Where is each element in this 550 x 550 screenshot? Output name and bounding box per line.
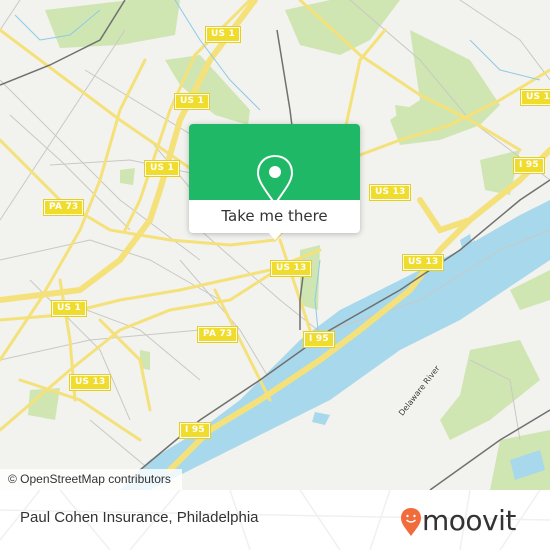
- road-shield: I 95: [303, 331, 335, 348]
- take-me-there-popup[interactable]: Take me there: [189, 124, 360, 240]
- road-shield: US 13: [68, 374, 112, 391]
- footer: Paul Cohen Insurance, Philadelphia moovi…: [0, 490, 550, 550]
- road-shield: PA 73: [196, 326, 239, 343]
- moovit-pin-icon: [401, 508, 421, 536]
- road-shield: US 13: [368, 184, 412, 201]
- road-shield: US 1: [144, 160, 180, 177]
- road-shield: I 95: [179, 422, 211, 439]
- road-shield: US 13: [269, 260, 313, 277]
- road-shield: US 1: [51, 300, 87, 317]
- road-shield: US 13: [401, 254, 445, 271]
- map-canvas[interactable]: US 1 US 1 US 1 US 1 PA 73 US 13 I 95 US …: [0, 0, 550, 490]
- water-areas: [120, 200, 550, 490]
- road-shield: US 1: [520, 89, 550, 106]
- popup-pointer: [267, 231, 283, 240]
- popup-header: [189, 124, 360, 206]
- road-shield: I 95: [513, 157, 545, 174]
- map-attribution[interactable]: © OpenStreetMap contributors: [0, 469, 182, 490]
- map-tiles: [0, 0, 550, 490]
- road-shield: PA 73: [42, 199, 85, 216]
- take-me-there-button[interactable]: Take me there: [189, 200, 360, 233]
- place-title: Paul Cohen Insurance, Philadelphia: [20, 509, 259, 526]
- moovit-wordmark: moovit: [422, 504, 516, 537]
- road-shield: US 1: [205, 26, 241, 43]
- road-shield: US 1: [174, 93, 210, 110]
